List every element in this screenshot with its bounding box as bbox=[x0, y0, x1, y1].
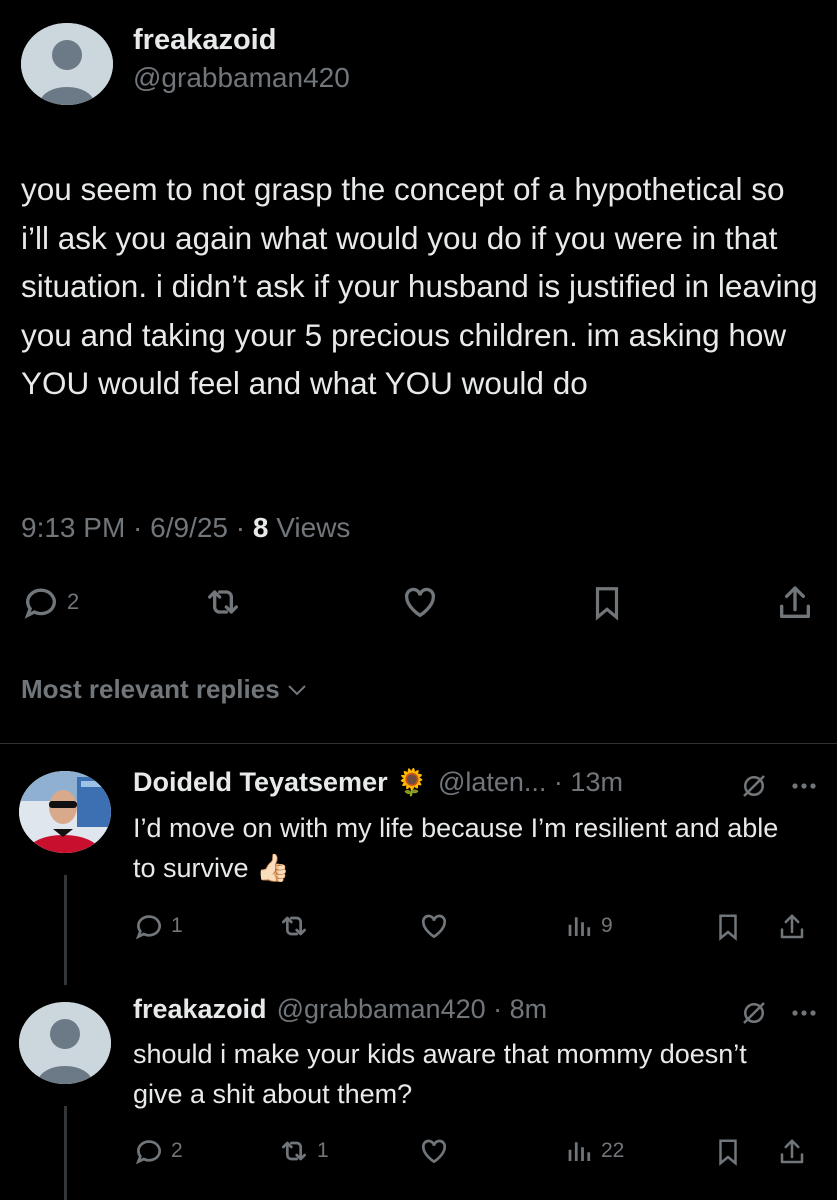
sort-dropdown[interactable]: Most relevant replies bbox=[21, 674, 308, 705]
reply-header-actions bbox=[739, 998, 817, 1028]
sunflower-emoji: 🌻 bbox=[395, 767, 428, 797]
reply-button[interactable]: 2 bbox=[133, 1135, 183, 1167]
reply-text: I’d move on with my life because I’m res… bbox=[133, 813, 779, 883]
reply-icon bbox=[135, 1140, 161, 1165]
reply-header: Doideld Teyatsemer 🌻 @laten... · 13m bbox=[133, 767, 623, 798]
views-count: 22 bbox=[601, 1139, 625, 1162]
chevron-down-icon bbox=[287, 684, 306, 695]
bookmark-button[interactable] bbox=[713, 1135, 743, 1169]
avatar[interactable] bbox=[19, 771, 111, 853]
share-button[interactable] bbox=[777, 910, 807, 944]
reply-count: 1 bbox=[171, 914, 183, 937]
more-icon[interactable] bbox=[791, 782, 817, 790]
like-button[interactable] bbox=[417, 1135, 451, 1167]
repost-count: 1 bbox=[317, 1139, 329, 1162]
more-icon[interactable] bbox=[791, 1009, 817, 1017]
sort-label: Most relevant replies bbox=[21, 674, 280, 704]
reply-count: 2 bbox=[171, 1139, 183, 1162]
views-count: 8 bbox=[252, 512, 269, 543]
tweet-text: you seem to not grasp the concept of a h… bbox=[21, 171, 818, 401]
reply-button[interactable]: 2 bbox=[21, 582, 79, 622]
avatar[interactable] bbox=[21, 23, 113, 105]
views-button[interactable]: 22 bbox=[565, 1135, 624, 1167]
author-handle[interactable]: @grabbaman420 bbox=[133, 62, 350, 94]
author-name[interactable]: freakazoid bbox=[133, 24, 276, 57]
thread-line bbox=[64, 875, 67, 985]
reply-actions: 2 1 22 bbox=[133, 1135, 817, 1175]
reply-count: 2 bbox=[67, 589, 80, 614]
reply-header: freakazoid @grabbaman420 · 8m bbox=[133, 994, 547, 1025]
thread-line bbox=[64, 1106, 67, 1200]
share-icon bbox=[780, 1139, 804, 1164]
heart-icon bbox=[404, 587, 436, 618]
repost-icon bbox=[282, 1141, 306, 1161]
reply-header-actions bbox=[739, 771, 817, 801]
reply-button[interactable]: 1 bbox=[133, 910, 183, 942]
share-icon bbox=[780, 586, 810, 618]
divider bbox=[0, 743, 837, 744]
repost-icon bbox=[282, 916, 306, 936]
share-button[interactable] bbox=[777, 1135, 807, 1169]
reply-author-name[interactable]: freakazoid bbox=[133, 994, 267, 1025]
reply-author-handle[interactable]: @grabbaman420 · 8m bbox=[277, 994, 548, 1025]
bookmark-icon bbox=[719, 914, 737, 941]
grok-icon[interactable] bbox=[739, 771, 769, 801]
like-button[interactable] bbox=[398, 582, 442, 622]
tweet-meta: 9:13 PM · 6/9/25 · 8 Views bbox=[21, 512, 350, 544]
analytics-icon bbox=[568, 1142, 591, 1161]
heart-icon bbox=[421, 1139, 447, 1164]
bookmark-icon bbox=[595, 587, 619, 621]
tweet-timestamp[interactable]: 9:13 PM · 6/9/25 · bbox=[21, 512, 253, 543]
bookmark-button[interactable] bbox=[588, 582, 626, 624]
tweet-actions: 2 bbox=[21, 582, 817, 628]
views-label: Views bbox=[268, 512, 351, 543]
repost-button[interactable] bbox=[277, 910, 317, 942]
thread-line bbox=[64, 972, 67, 984]
reply-icon bbox=[135, 915, 161, 940]
repost-button[interactable]: 1 bbox=[277, 1135, 329, 1167]
reply-actions: 1 9 bbox=[133, 910, 817, 950]
bookmark-icon bbox=[719, 1139, 737, 1166]
like-button[interactable] bbox=[417, 910, 451, 942]
reply-author-handle[interactable]: @laten... · 13m bbox=[438, 767, 623, 798]
share-icon bbox=[780, 914, 804, 939]
reply-text: should i make your kids aware that mommy… bbox=[133, 1039, 747, 1109]
avatar[interactable] bbox=[19, 1002, 111, 1084]
analytics-icon bbox=[568, 917, 591, 936]
reply-icon bbox=[24, 588, 56, 619]
bookmark-button[interactable] bbox=[713, 910, 743, 944]
heart-icon bbox=[421, 914, 447, 939]
reply-author-name[interactable]: Doideld Teyatsemer bbox=[133, 767, 388, 798]
grok-icon[interactable] bbox=[739, 998, 769, 1028]
views-button[interactable]: 9 bbox=[565, 910, 613, 942]
share-button[interactable] bbox=[775, 582, 815, 624]
repost-icon bbox=[208, 590, 238, 614]
views-count: 9 bbox=[601, 914, 613, 937]
repost-button[interactable] bbox=[202, 582, 244, 622]
